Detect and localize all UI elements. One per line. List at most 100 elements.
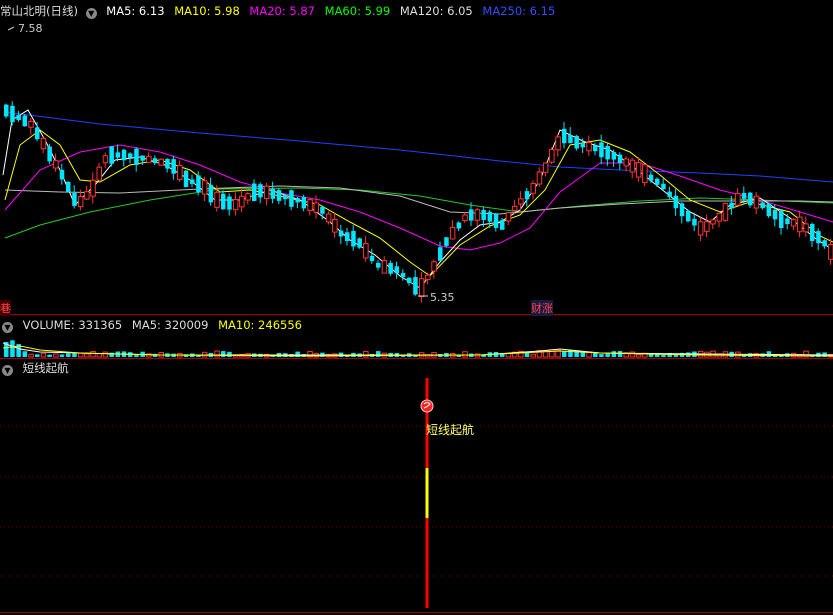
candle xyxy=(449,227,456,240)
candle xyxy=(686,210,691,222)
candle xyxy=(586,142,592,152)
candle xyxy=(635,162,642,178)
candle xyxy=(487,211,493,222)
event-tag[interactable]: 财涨 xyxy=(531,300,553,316)
high-marker xyxy=(7,26,15,31)
low-price-label: 5.35 xyxy=(430,291,455,304)
chart-canvas[interactable] xyxy=(0,0,833,615)
candle xyxy=(810,223,815,242)
candle xyxy=(258,184,263,198)
candle xyxy=(102,155,109,164)
collapse-arrow-icon[interactable]: ▼ xyxy=(2,365,13,376)
candle xyxy=(779,210,784,229)
candle xyxy=(214,191,220,208)
candle xyxy=(505,211,512,222)
candle xyxy=(263,185,270,200)
volume-bar xyxy=(617,351,623,357)
left-tag: 巷 xyxy=(0,300,11,316)
candle xyxy=(679,203,685,217)
candle xyxy=(22,115,28,127)
candle xyxy=(574,135,579,149)
candle xyxy=(140,155,145,161)
candle xyxy=(276,190,282,201)
candle xyxy=(655,178,660,185)
candle xyxy=(536,171,543,185)
candle xyxy=(4,104,9,117)
signal-label: 短线起航 xyxy=(426,423,475,437)
volume-bar xyxy=(227,351,232,357)
candle xyxy=(648,174,654,181)
candle xyxy=(363,242,369,259)
volume-bar xyxy=(221,351,226,357)
candle xyxy=(245,193,251,201)
volume-bar xyxy=(22,351,28,357)
volume-bar xyxy=(77,352,84,358)
candle xyxy=(555,136,561,151)
candle xyxy=(530,182,536,194)
candle xyxy=(469,209,474,221)
candle xyxy=(760,202,765,209)
candle xyxy=(252,183,257,201)
candle xyxy=(816,231,821,244)
volume-header: ▼ VOLUME: 331365 MA5: 320009 MA10: 24655… xyxy=(0,318,308,333)
collapse-arrow-icon[interactable]: ▼ xyxy=(2,322,13,333)
indicator-header: ▼ 短线起航 xyxy=(0,361,75,376)
candle xyxy=(221,193,226,210)
candle xyxy=(766,203,772,217)
volume-bar xyxy=(611,351,617,357)
volume-bar xyxy=(10,340,15,357)
candle xyxy=(710,219,716,225)
candle xyxy=(803,223,809,233)
candle xyxy=(623,158,629,167)
ma20-line xyxy=(4,144,833,251)
candle xyxy=(438,247,443,261)
volume-bar xyxy=(568,349,573,357)
candle xyxy=(629,159,636,173)
candle xyxy=(232,198,239,211)
candle xyxy=(500,220,505,230)
candle xyxy=(611,152,617,160)
candle xyxy=(152,158,158,164)
candle xyxy=(580,142,586,148)
candle xyxy=(542,162,549,173)
ma5-line xyxy=(2,109,833,289)
candle xyxy=(313,202,319,213)
candle xyxy=(201,180,208,195)
candle xyxy=(785,218,790,225)
candle xyxy=(549,148,555,163)
candle xyxy=(72,192,77,206)
high-price-label: 7.58 xyxy=(18,22,43,35)
candle xyxy=(394,266,400,274)
candle xyxy=(722,202,729,221)
volume-bar xyxy=(530,353,536,358)
candle xyxy=(208,184,214,203)
candle xyxy=(66,181,71,193)
candle xyxy=(661,183,666,190)
volume-bar xyxy=(580,352,586,357)
candle xyxy=(165,158,170,169)
candle xyxy=(418,278,425,298)
volume-bar xyxy=(90,351,96,358)
volume-bar xyxy=(47,354,52,357)
candle xyxy=(599,142,604,158)
volume-bar xyxy=(462,351,468,358)
candle xyxy=(47,146,52,162)
candle xyxy=(35,127,40,140)
candle xyxy=(381,260,388,274)
candle xyxy=(28,120,34,128)
candle xyxy=(177,165,183,181)
volume-bar xyxy=(605,353,610,357)
candle xyxy=(53,160,59,169)
candle xyxy=(605,145,610,160)
candle xyxy=(667,191,672,197)
candle xyxy=(568,135,573,144)
candle xyxy=(462,214,468,221)
candle xyxy=(797,216,803,233)
candle xyxy=(772,209,778,220)
volume-bar xyxy=(53,353,59,358)
candle xyxy=(735,193,741,206)
candle xyxy=(481,209,486,221)
candle xyxy=(790,219,797,227)
candle xyxy=(227,196,232,210)
volume-ma5-label: MA5: 320009 xyxy=(131,318,209,332)
